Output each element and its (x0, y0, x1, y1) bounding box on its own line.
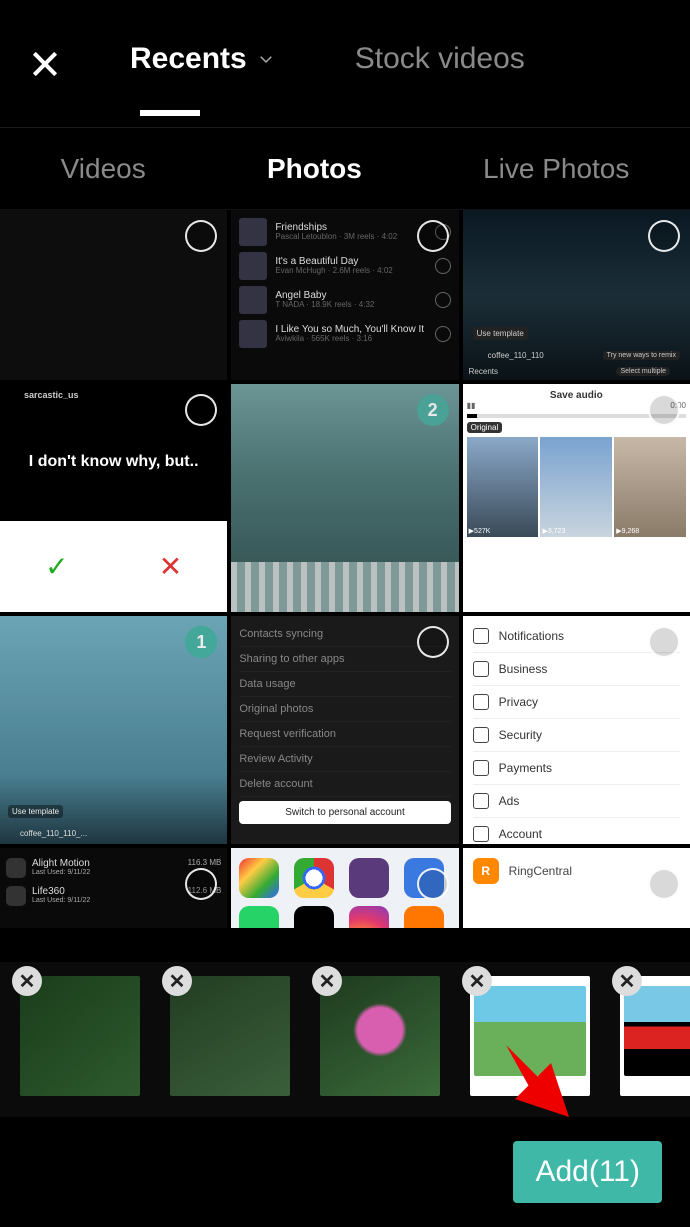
soundcloud-icon (404, 906, 444, 928)
play-icon (435, 326, 451, 342)
select-toggle[interactable] (417, 220, 449, 252)
select-multiple-chip: Select multiple (616, 367, 670, 376)
app-name: Life360 (32, 886, 182, 897)
list-item: Request verification (239, 722, 450, 747)
chevron-down-icon (257, 42, 275, 76)
person-icon (473, 826, 489, 842)
selected-item[interactable]: ✕ (470, 976, 590, 1096)
list-item: Review Activity (239, 747, 450, 772)
photo-cell[interactable]: sarcastic_us I don't know why, but.. ✓ ✕ (0, 384, 227, 612)
select-toggle-selected[interactable]: 1 (185, 626, 217, 658)
app-name: RingCentral (509, 864, 572, 878)
switch-account-label: Switch to personal account (239, 801, 450, 824)
business-icon (473, 661, 489, 677)
use-template-chip: Use template (473, 327, 528, 340)
photo-cell[interactable]: Notifications Business Privacy Security … (463, 616, 690, 844)
footer-bar: Add(11) (0, 1117, 690, 1227)
select-toggle[interactable] (417, 626, 449, 658)
list-item: Security (499, 728, 542, 742)
select-toggle[interactable] (417, 868, 449, 900)
close-button[interactable] (0, 48, 90, 80)
username: sarcastic_us (24, 390, 79, 400)
subtab-photos[interactable]: Photos (267, 153, 362, 185)
source-tabs: Recents Stock videos (90, 42, 690, 86)
tab-stock-videos[interactable]: Stock videos (355, 42, 525, 86)
play-icon (435, 292, 451, 308)
list-item: Notifications (499, 629, 564, 643)
check-icon: ✓ (45, 550, 68, 583)
remove-button[interactable]: ✕ (12, 966, 42, 996)
list-item: Data usage (239, 672, 450, 697)
megaphone-icon (473, 793, 489, 809)
whatsapp-icon (239, 906, 279, 928)
photo-cell[interactable]: Contacts syncing Sharing to other apps D… (231, 616, 458, 844)
photo-cell[interactable]: Use template coffee_110_110_... 1 (0, 616, 227, 844)
photo-cell[interactable]: 2 (231, 384, 458, 612)
list-item: Ads (499, 794, 520, 808)
x-icon: ✕ (159, 550, 182, 583)
photo-cell[interactable]: R RingCentral (463, 848, 690, 928)
subtab-live-photos[interactable]: Live Photos (483, 153, 629, 185)
original-chip: Original (467, 422, 503, 433)
card-icon (473, 760, 489, 776)
photo-grid: FriendshipsPascal Letoublon · 3M reels ·… (0, 210, 690, 928)
photo-cell[interactable]: Save audio ▮▮0:00 Original ▶ 527K ▶ 3,72… (463, 384, 690, 612)
close-icon (29, 48, 61, 80)
selected-media-strip[interactable]: ✕ ✕ ✕ ✕ ✕ (0, 962, 690, 1117)
lock-icon (473, 694, 489, 710)
shield-icon (473, 727, 489, 743)
list-item: Original photos (239, 697, 450, 722)
tab-stock-label: Stock videos (355, 42, 525, 76)
ringcentral-icon: R (473, 858, 499, 884)
list-item: Account (499, 827, 542, 841)
select-toggle[interactable] (648, 220, 680, 252)
selected-item[interactable]: ✕ (170, 976, 290, 1096)
roku-icon (349, 858, 389, 898)
select-toggle[interactable] (648, 394, 680, 426)
photo-cell[interactable]: FriendshipsPascal Letoublon · 3M reels ·… (231, 210, 458, 380)
media-type-tabs: Videos Photos Live Photos (0, 128, 690, 210)
selected-item[interactable]: ✕ (20, 976, 140, 1096)
bell-icon (473, 628, 489, 644)
recents-label: Recents (469, 367, 498, 376)
instagram-icon (349, 906, 389, 928)
hint-chip: Try new ways to remix (603, 351, 680, 360)
remove-button[interactable]: ✕ (312, 966, 342, 996)
select-toggle[interactable] (648, 868, 680, 900)
maps-icon (239, 858, 279, 898)
list-item: Payments (499, 761, 552, 775)
meme-caption: I don't know why, but.. (29, 453, 199, 471)
select-toggle[interactable] (648, 626, 680, 658)
select-toggle-selected[interactable]: 2 (417, 394, 449, 426)
media-picker-screen: { "header": { "top_tabs": { "recents": "… (0, 0, 690, 1227)
selected-item[interactable]: ✕ (620, 976, 690, 1096)
list-item: Delete account (239, 772, 450, 797)
use-template-chip: Use template (8, 805, 63, 818)
play-icon (435, 258, 451, 274)
add-button[interactable]: Add(11) (513, 1141, 662, 1203)
list-item: Privacy (499, 695, 538, 709)
remove-button[interactable]: ✕ (162, 966, 192, 996)
top-bar: Recents Stock videos (0, 0, 690, 128)
selected-item[interactable]: ✕ (320, 976, 440, 1096)
capcut-icon (294, 906, 334, 928)
tab-recents[interactable]: Recents (130, 42, 275, 86)
tab-recents-label: Recents (130, 42, 247, 76)
chrome-icon (294, 858, 334, 898)
username: coffee_110_110 (488, 351, 544, 360)
remove-button[interactable]: ✕ (612, 966, 642, 996)
subtab-videos[interactable]: Videos (61, 153, 146, 185)
photo-cell[interactable]: Use template coffee_110_110 Try new ways… (463, 210, 690, 380)
list-item: Business (499, 662, 548, 676)
photo-cell[interactable] (0, 210, 227, 380)
username: coffee_110_110_... (20, 829, 87, 838)
photo-cell[interactable] (231, 848, 458, 928)
select-toggle[interactable] (185, 220, 217, 252)
app-name: Alight Motion (32, 858, 182, 869)
photo-cell[interactable]: Alight MotionLast Used: 9/11/22116.3 MB … (0, 848, 227, 928)
remove-button[interactable]: ✕ (462, 966, 492, 996)
